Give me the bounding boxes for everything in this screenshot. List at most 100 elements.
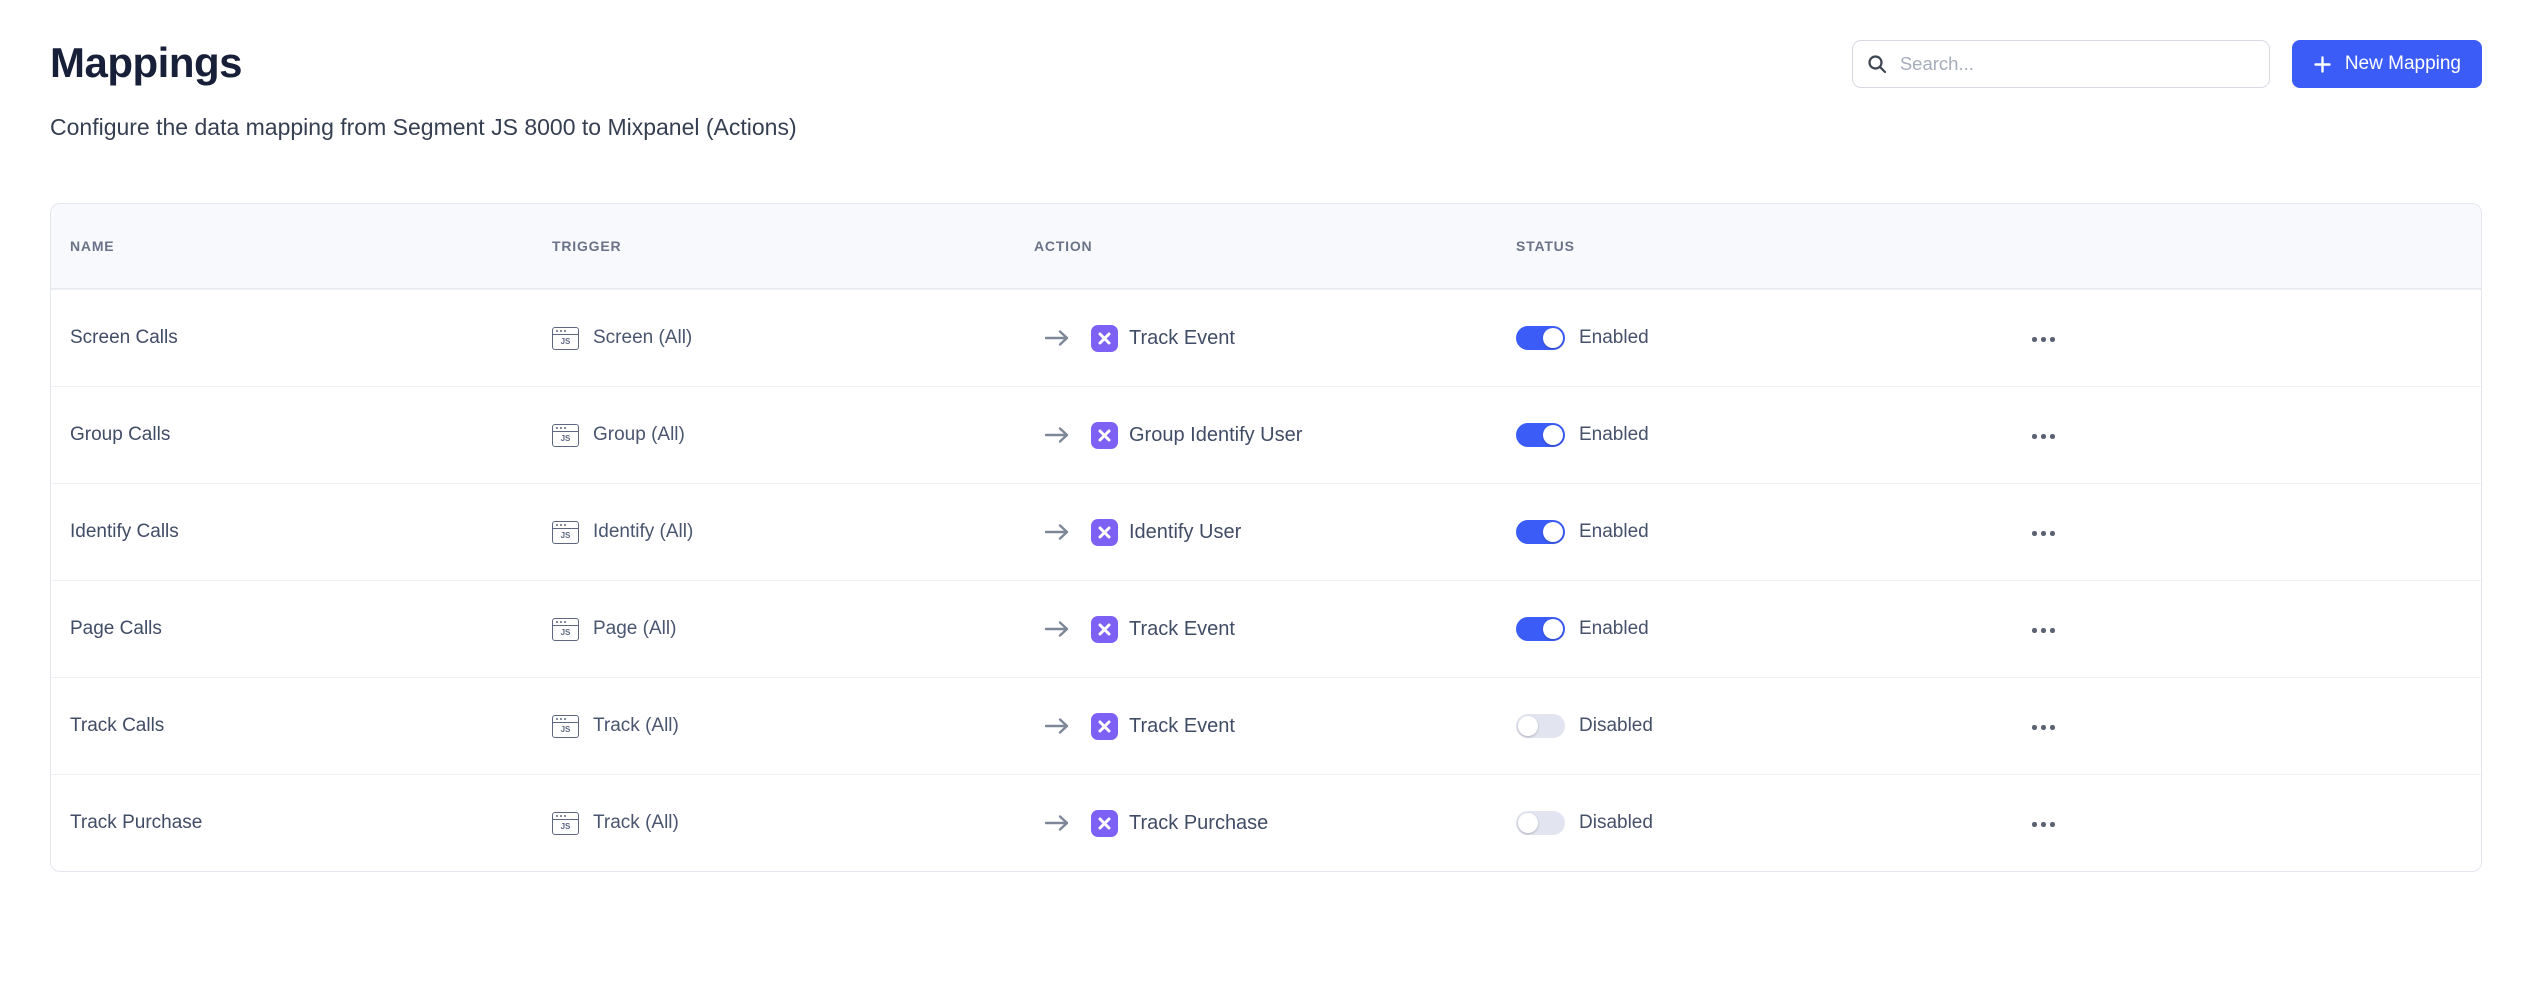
row-actions-cell [2028, 523, 2462, 542]
mixpanel-icon [1091, 325, 1118, 352]
row-menu-button[interactable] [2028, 622, 2059, 639]
action-cell: Track Event [1034, 325, 1516, 352]
trigger-label: Track (All) [593, 715, 679, 737]
arrow-right-icon [1044, 426, 1070, 444]
column-header-name: NAME [70, 238, 552, 254]
row-actions-cell [2028, 426, 2462, 445]
search-box[interactable] [1852, 40, 2270, 88]
status-label: Disabled [1579, 812, 1653, 834]
trigger-label: Identify (All) [593, 521, 693, 543]
js-source-icon: JS [552, 424, 579, 447]
status-cell: Disabled [1516, 714, 1998, 738]
trigger-cell: JS Group (All) [552, 424, 1034, 447]
status-toggle[interactable] [1516, 423, 1565, 447]
status-cell: Enabled [1516, 326, 1998, 350]
table-row: Track Calls JS Track (All) Track Event D… [51, 677, 2481, 774]
js-source-icon: JS [552, 618, 579, 641]
column-header-action: ACTION [1034, 238, 1516, 254]
plus-icon [2313, 55, 2332, 74]
trigger-cell: JS Identify (All) [552, 521, 1034, 544]
toggle-knob [1543, 619, 1563, 639]
row-actions-cell [2028, 814, 2462, 833]
mapping-name: Track Calls [70, 715, 552, 737]
trigger-cell: JS Screen (All) [552, 327, 1034, 350]
action-label: Group Identify User [1129, 424, 1302, 447]
action-cell: Group Identify User [1034, 422, 1516, 449]
column-header-trigger: TRIGGER [552, 238, 1034, 254]
mixpanel-icon [1091, 616, 1118, 643]
arrow-right-icon [1044, 620, 1070, 638]
toggle-knob [1543, 328, 1563, 348]
mixpanel-icon [1091, 810, 1118, 837]
trigger-label: Track (All) [593, 812, 679, 834]
header-controls: New Mapping [1852, 40, 2482, 88]
action-label: Identify User [1129, 521, 1241, 544]
status-cell: Enabled [1516, 617, 1998, 641]
status-toggle[interactable] [1516, 617, 1565, 641]
toggle-knob [1518, 716, 1538, 736]
table-row: Identify Calls JS Identify (All) Identif… [51, 483, 2481, 580]
ellipsis-icon [2032, 822, 2055, 827]
trigger-cell: JS Track (All) [552, 715, 1034, 738]
page-heading-block: Mappings Configure the data mapping from… [50, 40, 797, 140]
arrow-right-icon [1044, 717, 1070, 735]
status-toggle[interactable] [1516, 811, 1565, 835]
mappings-table: NAME TRIGGER ACTION STATUS Screen Calls … [50, 203, 2482, 872]
table-row: Group Calls JS Group (All) Group Identif… [51, 386, 2481, 483]
js-source-icon: JS [552, 812, 579, 835]
row-menu-button[interactable] [2028, 525, 2059, 542]
trigger-cell: JS Track (All) [552, 812, 1034, 835]
mixpanel-icon [1091, 422, 1118, 449]
ellipsis-icon [2032, 337, 2055, 342]
ellipsis-icon [2032, 725, 2055, 730]
status-cell: Disabled [1516, 811, 1998, 835]
action-label: Track Event [1129, 715, 1235, 738]
row-menu-button[interactable] [2028, 719, 2059, 736]
arrow-right-icon [1044, 523, 1070, 541]
trigger-label: Group (All) [593, 424, 685, 446]
row-menu-button[interactable] [2028, 428, 2059, 445]
js-source-icon: JS [552, 521, 579, 544]
mapping-name: Screen Calls [70, 327, 552, 349]
new-mapping-button[interactable]: New Mapping [2292, 40, 2482, 88]
search-icon [1867, 54, 1887, 74]
mixpanel-icon [1091, 519, 1118, 546]
search-input[interactable] [1898, 52, 2255, 76]
status-label: Disabled [1579, 715, 1653, 737]
status-cell: Enabled [1516, 423, 1998, 447]
trigger-label: Screen (All) [593, 327, 692, 349]
mapping-name: Identify Calls [70, 521, 552, 543]
page-title: Mappings [50, 40, 797, 86]
ellipsis-icon [2032, 628, 2055, 633]
trigger-cell: JS Page (All) [552, 618, 1034, 641]
mapping-name: Page Calls [70, 618, 552, 640]
table-row: Screen Calls JS Screen (All) Track Event… [51, 289, 2481, 386]
status-toggle[interactable] [1516, 714, 1565, 738]
status-label: Enabled [1579, 618, 1649, 640]
status-label: Enabled [1579, 521, 1649, 543]
ellipsis-icon [2032, 434, 2055, 439]
status-cell: Enabled [1516, 520, 1998, 544]
ellipsis-icon [2032, 531, 2055, 536]
js-source-icon: JS [552, 715, 579, 738]
row-actions-cell [2028, 717, 2462, 736]
toggle-knob [1518, 813, 1538, 833]
new-mapping-label: New Mapping [2345, 53, 2461, 75]
row-menu-button[interactable] [2028, 816, 2059, 833]
status-toggle[interactable] [1516, 520, 1565, 544]
status-toggle[interactable] [1516, 326, 1565, 350]
mapping-name: Track Purchase [70, 812, 552, 834]
action-cell: Identify User [1034, 519, 1516, 546]
toggle-knob [1543, 522, 1563, 542]
row-menu-button[interactable] [2028, 331, 2059, 348]
arrow-right-icon [1044, 329, 1070, 347]
action-cell: Track Purchase [1034, 810, 1516, 837]
column-header-status: STATUS [1516, 238, 1998, 254]
trigger-label: Page (All) [593, 618, 676, 640]
js-source-icon: JS [552, 327, 579, 350]
action-label: Track Event [1129, 327, 1235, 350]
action-cell: Track Event [1034, 713, 1516, 740]
action-cell: Track Event [1034, 616, 1516, 643]
mapping-name: Group Calls [70, 424, 552, 446]
action-label: Track Purchase [1129, 812, 1268, 835]
